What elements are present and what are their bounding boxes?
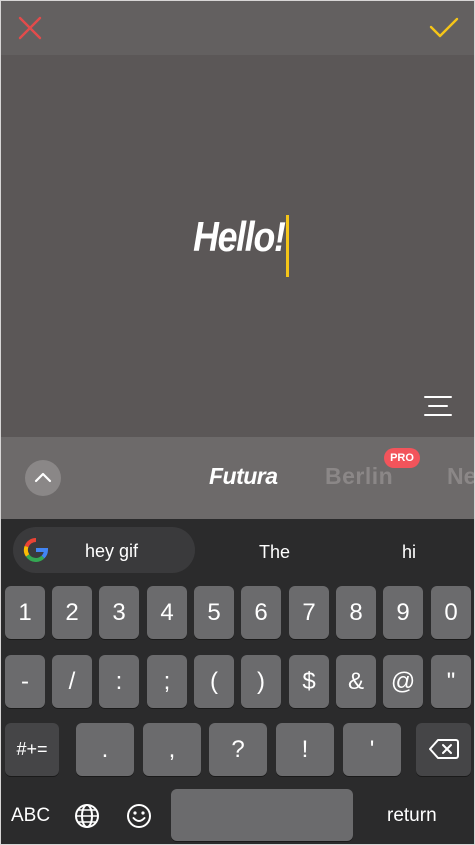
suggestion-google-text: hey gif [85,541,139,561]
key-colon[interactable]: : [99,655,139,708]
key-8[interactable]: 8 [336,586,376,639]
backspace-icon [428,739,459,759]
key-6[interactable]: 6 [241,586,281,639]
align-center-icon [424,396,452,416]
font-option-futura[interactable]: Futura [209,461,278,491]
key-4[interactable]: 4 [147,586,187,639]
key-2[interactable]: 2 [52,586,92,639]
key-comma[interactable]: , [143,723,201,776]
key-ampersand[interactable]: & [336,655,376,708]
text-caret [286,215,289,277]
chevron-up-icon [34,472,52,483]
key-hyphen[interactable]: - [5,655,45,708]
key-more-symbols[interactable]: #+= [5,723,59,776]
key-9[interactable]: 9 [383,586,423,639]
key-quote[interactable]: " [431,655,471,708]
key-1[interactable]: 1 [5,586,45,639]
top-bar [1,1,474,55]
key-dollar[interactable]: $ [289,655,329,708]
key-apostrophe[interactable]: ' [343,723,401,776]
key-open-paren[interactable]: ( [194,655,234,708]
text-layer[interactable]: Hello! [1,209,474,265]
font-option-berlin[interactable]: Berlin [325,461,393,491]
key-backspace[interactable] [416,723,471,776]
key-0[interactable]: 0 [431,586,471,639]
key-close-paren[interactable]: ) [241,655,281,708]
key-emoji[interactable] [125,802,153,830]
close-button[interactable] [15,13,45,43]
close-icon [18,16,42,40]
key-space[interactable] [171,789,353,841]
key-abc[interactable]: ABC [11,804,50,828]
checkmark-icon [429,17,459,38]
expand-fonts-button[interactable] [25,460,61,496]
pro-badge: PRO [384,448,420,468]
globe-icon [75,804,99,828]
suggestion-1[interactable]: The [259,541,290,563]
confirm-button[interactable] [428,13,460,43]
key-return[interactable]: return [387,804,437,828]
google-icon [23,538,49,562]
text-editor-screen: Hello! Futura Berlin PRO Ne hey gif The … [0,0,475,845]
key-7[interactable]: 7 [289,586,329,639]
emoji-icon [127,804,151,828]
key-at[interactable]: @ [383,655,423,708]
suggestion-2[interactable]: hi [402,541,416,563]
key-globe[interactable] [73,802,101,830]
key-5[interactable]: 5 [194,586,234,639]
key-slash[interactable]: / [52,655,92,708]
key-period[interactable]: . [76,723,134,776]
font-option-next[interactable]: Ne [447,461,474,491]
key-question[interactable]: ? [209,723,267,776]
key-3[interactable]: 3 [99,586,139,639]
editable-text[interactable]: Hello! [193,209,286,265]
key-semicolon[interactable]: ; [147,655,187,708]
key-exclamation[interactable]: ! [276,723,334,776]
text-align-button[interactable] [423,394,453,418]
